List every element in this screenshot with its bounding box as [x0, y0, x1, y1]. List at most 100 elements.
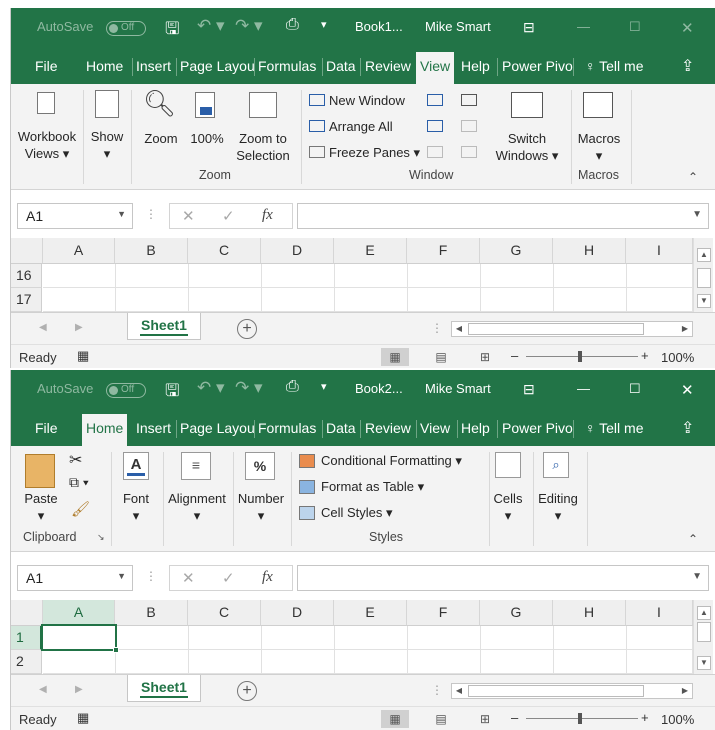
unhide-icon[interactable] [427, 146, 443, 158]
share-icon[interactable]: ⇪ [681, 418, 694, 438]
select-all[interactable] [11, 238, 43, 264]
reset-window-position-icon[interactable] [461, 146, 477, 158]
minimize-icon[interactable]: — [577, 19, 590, 34]
dialog-launcher-icon[interactable]: ↘ [97, 532, 105, 543]
format-as-table-button[interactable]: Format as Table ▾ [321, 478, 424, 495]
row-header[interactable]: 17 [11, 288, 42, 312]
zoom-level[interactable]: 100% [661, 712, 694, 727]
close-icon[interactable]: ✕ [681, 19, 694, 37]
zoom-out-icon[interactable]: – [511, 710, 518, 725]
zoom-slider-knob[interactable] [578, 351, 582, 362]
cancel-icon[interactable]: ✕ [182, 207, 195, 225]
expand-formula-icon[interactable]: ▼ [692, 209, 702, 220]
number-button[interactable]: Number ▾ [235, 490, 287, 524]
tab-insert[interactable]: Insert [136, 58, 171, 74]
tab-home[interactable]: Home [82, 414, 128, 446]
tab-file[interactable]: File [35, 58, 58, 74]
scroll-right-icon[interactable]: ▶ [678, 322, 692, 336]
vertical-scrollbar[interactable]: ▲ ▼ [693, 238, 713, 312]
tab-review[interactable]: Review [365, 58, 411, 74]
next-sheet-icon[interactable]: ▶ [75, 322, 83, 333]
user-name[interactable]: Mike Smart [425, 19, 491, 34]
expand-formula-icon[interactable]: ▼ [692, 571, 702, 582]
cell-row[interactable] [43, 626, 693, 650]
print-preview-icon[interactable]: ⎙ [286, 378, 299, 396]
tab-data[interactable]: Data [326, 58, 356, 74]
switch-windows-button[interactable]: Switch Windows ▾ [491, 130, 563, 164]
tab-power-pivot[interactable]: Power Pivo [502, 58, 573, 74]
paste-button[interactable]: Paste ▾ [17, 490, 65, 524]
column-header[interactable]: G [480, 238, 553, 264]
tab-help[interactable]: Help [461, 58, 490, 74]
zoom-in-icon[interactable]: + [641, 710, 649, 725]
fill-handle[interactable] [113, 647, 119, 653]
tab-formulas[interactable]: Formulas [258, 420, 316, 436]
column-header[interactable]: C [188, 238, 261, 264]
redo-icon[interactable]: ↷ ▾ [235, 378, 263, 398]
tab-page-layout[interactable]: Page Layou [180, 58, 255, 74]
name-box[interactable]: A1 ▼ [17, 565, 133, 591]
print-preview-icon[interactable]: ⎙ [286, 16, 299, 34]
copy-icon[interactable]: ⧉ ▾ [69, 474, 89, 491]
select-all[interactable] [11, 600, 43, 626]
horizontal-scrollbar[interactable]: ◀ ▶ [451, 683, 693, 699]
page-layout-view-icon[interactable]: ▤ [427, 710, 455, 728]
scroll-left-icon[interactable]: ◀ [452, 322, 466, 336]
zoom-to-selection-button[interactable]: Zoom to Selection [233, 130, 293, 164]
horizontal-scrollbar[interactable]: ◀ ▶ [451, 321, 693, 337]
tab-file[interactable]: File [35, 420, 58, 436]
font-button[interactable]: Font ▾ [113, 490, 159, 524]
tab-help[interactable]: Help [461, 420, 490, 436]
column-header[interactable]: F [407, 238, 480, 264]
column-header[interactable]: D [261, 600, 334, 626]
tab-page-layout[interactable]: Page Layou [180, 420, 255, 436]
column-header[interactable]: C [188, 600, 261, 626]
cell-row[interactable] [43, 650, 693, 674]
zoom-slider[interactable] [526, 718, 638, 719]
column-header[interactable]: E [334, 600, 407, 626]
share-icon[interactable]: ⇪ [681, 56, 694, 76]
add-sheet-icon[interactable]: + [237, 681, 257, 701]
workbook-views-button[interactable]: Workbook Views ▾ [15, 128, 79, 162]
column-header[interactable]: A [43, 238, 115, 264]
formula-input[interactable]: ▼ [297, 203, 709, 229]
tab-split-handle[interactable]: ⋮ [431, 683, 443, 697]
column-header[interactable]: E [334, 238, 407, 264]
zoom-slider[interactable] [526, 356, 638, 357]
split-icon[interactable] [427, 94, 443, 106]
column-header[interactable]: H [553, 600, 626, 626]
cancel-icon[interactable]: ✕ [182, 569, 195, 587]
save-icon[interactable]: 🖫 [165, 378, 179, 407]
macro-record-icon[interactable]: ▦ [77, 710, 89, 726]
tab-view[interactable]: View [420, 420, 450, 436]
undo-icon[interactable]: ↶ ▾ [197, 378, 225, 398]
column-header[interactable]: G [480, 600, 553, 626]
column-header[interactable]: I [626, 600, 693, 626]
maximize-icon[interactable]: ☐ [629, 381, 641, 397]
zoom-in-icon[interactable]: + [641, 348, 649, 363]
scroll-up-icon[interactable]: ▲ [697, 606, 711, 620]
save-icon[interactable]: 🖫 [165, 16, 179, 45]
new-window-button[interactable]: New Window [329, 92, 405, 109]
show-button[interactable]: Show ▾ [87, 128, 127, 162]
column-header[interactable]: F [407, 600, 480, 626]
name-box[interactable]: A1 ▼ [17, 203, 133, 229]
page-layout-view-icon[interactable]: ▤ [427, 348, 455, 366]
scroll-left-icon[interactable]: ◀ [452, 684, 466, 698]
column-header[interactable]: B [115, 600, 188, 626]
redo-icon[interactable]: ↷ ▾ [235, 16, 263, 36]
scroll-thumb[interactable] [697, 622, 711, 642]
vertical-scrollbar[interactable]: ▲ ▼ [693, 600, 713, 674]
zoom-slider-knob[interactable] [578, 713, 582, 724]
prev-sheet-icon[interactable]: ◀ [39, 322, 47, 333]
freeze-panes-button[interactable]: Freeze Panes ▾ [329, 144, 420, 161]
column-header[interactable]: B [115, 238, 188, 264]
scroll-thumb[interactable] [697, 268, 711, 288]
page-break-view-icon[interactable]: ⊞ [471, 710, 499, 728]
insert-function-icon[interactable]: fx [262, 207, 273, 224]
column-header[interactable]: H [553, 238, 626, 264]
autosave-toggle[interactable]: Off [106, 383, 146, 398]
sheet-tab[interactable]: Sheet1 [127, 313, 201, 340]
synchronous-scrolling-icon[interactable] [461, 120, 477, 132]
ribbon-display-icon[interactable]: ⊟ [523, 381, 535, 398]
